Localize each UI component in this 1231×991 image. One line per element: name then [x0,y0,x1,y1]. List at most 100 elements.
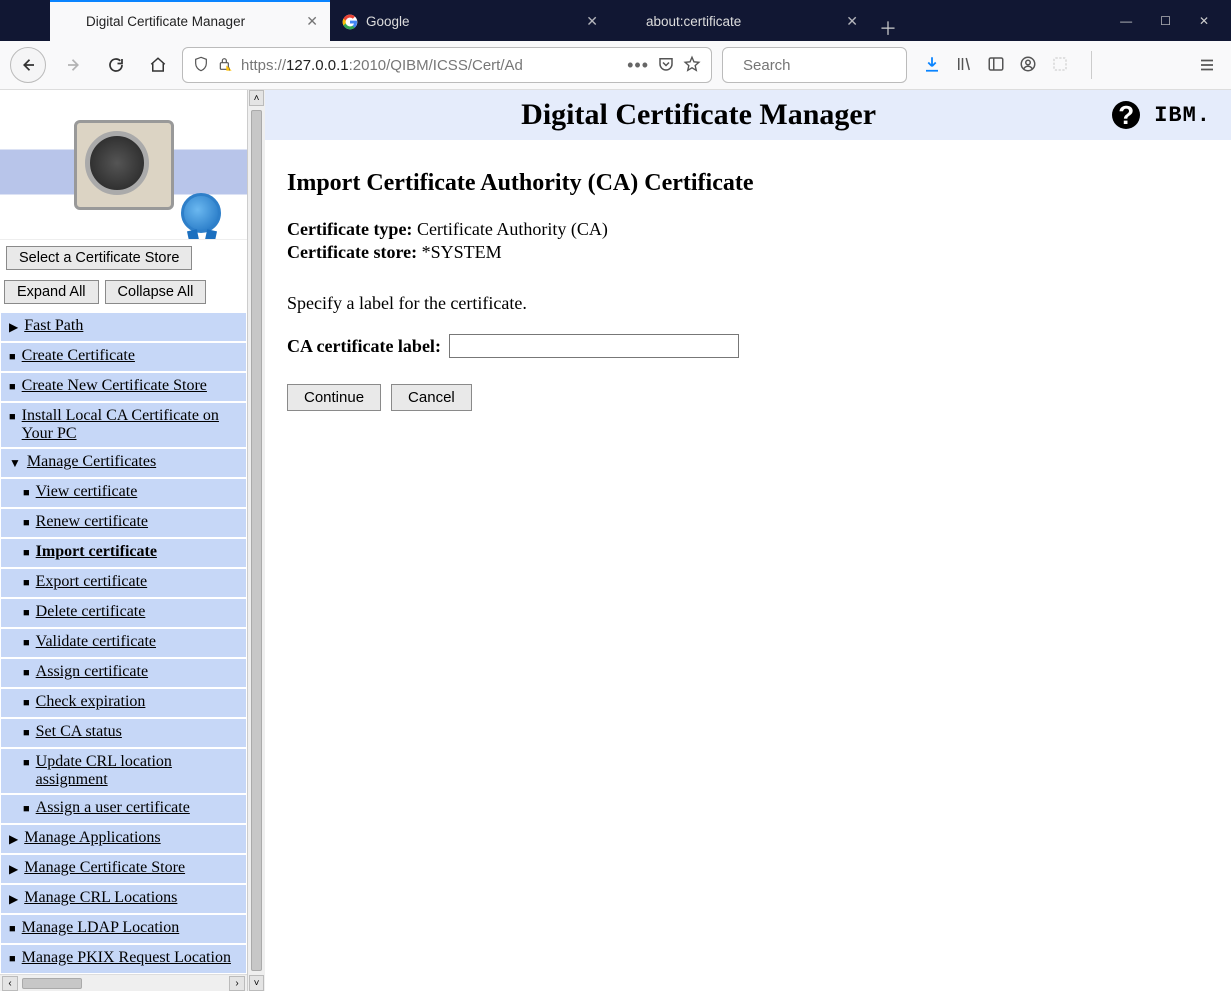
sidebar-link[interactable]: Set CA status [36,723,122,741]
tracking-shield-icon[interactable] [193,56,209,75]
sidebar-item[interactable]: ■Manage PKIX Request Location [0,944,247,974]
sidebar-subitem[interactable]: ■Assign a user certificate [0,794,247,824]
new-tab-button[interactable]: ＋ [870,15,906,41]
sidebar-toggle-icon[interactable] [987,55,1005,76]
sidebar-subitem[interactable]: ■ Validate certificate [0,628,247,658]
sidebar-item[interactable]: ▶Manage Applications [0,824,247,854]
select-cert-store-button[interactable]: Select a Certificate Store [6,246,192,270]
sidebar-link[interactable]: Manage Applications [24,829,160,847]
sidebar-link[interactable]: Check expiration [36,693,146,711]
sidebar-vertical-scrollbar[interactable]: ˄ ˅ [248,90,265,991]
sidebar-item[interactable]: ▶ Fast Path [0,312,247,342]
sidebar: Select a Certificate Store Expand All Co… [0,90,248,991]
window-close-icon[interactable]: ✕ [1199,14,1209,28]
sidebar-subitem[interactable]: ■Update CRL location assignment [0,748,247,794]
scroll-left-icon[interactable]: ‹ [2,976,18,991]
sidebar-subitem[interactable]: ■View certificate [0,478,247,508]
help-icon[interactable]: ? [1112,101,1140,129]
sidebar-link[interactable]: Manage Certificate Store [24,859,185,877]
sidebar-link[interactable]: Import certificate [36,543,157,561]
tab-label: about:certificate [646,14,836,29]
app-menu-icon[interactable] [1193,51,1221,79]
sidebar-item[interactable]: ■ Manage LDAP Location [0,914,247,944]
sidebar-link[interactable]: Manage LDAP Location [22,919,180,937]
square-bullet-icon: ■ [9,919,16,939]
sidebar-link[interactable]: Export certificate [36,573,148,591]
sidebar-link[interactable]: Install Local CA Certificate on Your PC [22,407,240,443]
sidebar-link[interactable]: Manage PKIX Request Location [22,949,231,967]
continue-button[interactable]: Continue [287,384,381,411]
downloads-icon[interactable] [923,55,941,76]
scrollbar-thumb[interactable] [22,978,82,989]
sidebar-item[interactable]: ■Create Certificate [0,342,247,372]
sidebar-link[interactable]: Create Certificate [22,347,135,365]
sidebar-link[interactable]: Renew certificate [36,513,148,531]
sidebar-subitem[interactable]: ■Import certificate [0,538,247,568]
window-maximize-icon[interactable]: ☐ [1160,14,1171,28]
main-content: Digital Certificate Manager ? IBM. Impor… [265,90,1231,991]
sidebar-item[interactable]: ▶Manage CRL Locations [0,884,247,914]
tab-google[interactable]: Google [330,0,610,41]
back-button[interactable] [10,47,46,83]
scroll-right-icon[interactable]: › [229,976,245,991]
toolbar-right-icons [917,55,1075,76]
pocket-icon[interactable] [657,55,675,76]
sidebar-subitem[interactable]: ■ Delete certificate [0,598,247,628]
tab-close-icon[interactable] [846,13,858,30]
scroll-up-icon[interactable]: ˄ [249,90,264,106]
tab-strip: Digital Certificate Manager Google about… [0,0,1098,41]
ca-label-input[interactable] [449,334,739,358]
home-button[interactable] [144,51,172,79]
sidebar-item[interactable]: ■Create New Certificate Store [0,372,247,402]
sidebar-link[interactable]: Manage Certificates [27,453,156,471]
extension-icon[interactable] [1051,55,1069,76]
scrollbar-thumb[interactable] [251,110,262,971]
cancel-button[interactable]: Cancel [391,384,472,411]
sidebar-subitem[interactable]: ■Set CA status [0,718,247,748]
sidebar-link[interactable]: Update CRL location assignment [36,753,240,789]
sidebar-item[interactable]: ■Install Local CA Certificate on Your PC [0,402,247,448]
sidebar-link[interactable]: Delete certificate [36,603,146,621]
sidebar-link[interactable]: Validate certificate [36,633,156,651]
collapse-all-button[interactable]: Collapse All [105,280,207,304]
sidebar-link[interactable]: Fast Path [24,317,83,335]
tab-about-certificate[interactable]: about:certificate [610,0,870,41]
scroll-down-icon[interactable]: ˅ [249,975,264,991]
url-text: https://127.0.0.1:2010/QIBM/ICSS/Cert/Ad [241,57,619,74]
forward-button[interactable] [60,51,88,79]
bookmark-star-icon[interactable] [683,55,701,76]
library-icon[interactable] [955,55,973,76]
square-bullet-icon: ■ [23,603,30,623]
tab-close-icon[interactable] [586,13,598,30]
account-icon[interactable] [1019,55,1037,76]
url-bar[interactable]: ! https://127.0.0.1:2010/QIBM/ICSS/Cert/… [182,47,712,83]
expand-all-button[interactable]: Expand All [4,280,99,304]
sidebar-subitem[interactable]: ■ Renew certificate [0,508,247,538]
window-minimize-icon[interactable]: — [1120,14,1132,28]
arrow-down-icon: ▼ [9,453,21,473]
tab-dcm[interactable]: Digital Certificate Manager [50,0,330,41]
reload-button[interactable] [102,51,130,79]
square-bullet-icon: ■ [23,513,30,533]
sidebar-link[interactable]: Assign certificate [36,663,148,681]
sidebar-subitem[interactable]: ■Check expiration [0,688,247,718]
lock-warning-icon[interactable]: ! [217,56,233,75]
sidebar-link[interactable]: Create New Certificate Store [22,377,207,395]
square-bullet-icon: ■ [23,633,30,653]
tab-close-icon[interactable] [306,13,318,30]
cert-store-row: Certificate store: *SYSTEM [287,242,1209,263]
sidebar-item[interactable]: ▼ Manage Certificates [0,448,247,478]
arrow-right-icon: ▶ [9,317,18,337]
search-box[interactable] [722,47,907,83]
page-actions-icon[interactable]: ••• [627,55,649,76]
search-input[interactable] [741,56,944,75]
sidebar-horizontal-scrollbar[interactable]: ‹ › [0,974,247,991]
sidebar-link[interactable]: Manage CRL Locations [24,889,177,907]
button-row: Continue Cancel [287,384,1209,411]
sidebar-subitem[interactable]: ■Export certificate [0,568,247,598]
sidebar-link[interactable]: Assign a user certificate [36,799,190,817]
sidebar-subitem[interactable]: ■Assign certificate [0,658,247,688]
sidebar-item[interactable]: ▶Manage Certificate Store [0,854,247,884]
sidebar-nav-bottom: ▶Manage Applications▶Manage Certificate … [0,824,247,974]
sidebar-link[interactable]: View certificate [36,483,138,501]
